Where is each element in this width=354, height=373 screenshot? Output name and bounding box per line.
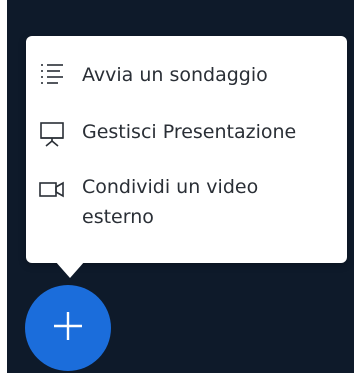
menu-item-start-poll[interactable]: Avvia un sondaggio: [26, 58, 347, 92]
menu-item-label: Gestisci Presentazione: [82, 121, 297, 143]
menu-item-manage-presentation[interactable]: Gestisci Presentazione: [26, 116, 347, 150]
menu-item-label: Condividi un video esterno: [82, 176, 259, 228]
left-edge-strip: [0, 0, 7, 373]
poll-list-icon: [38, 60, 66, 88]
plus-icon: [48, 306, 88, 350]
menu-item-label: Avvia un sondaggio: [82, 64, 268, 86]
actions-fab-button[interactable]: [25, 285, 111, 371]
menu-item-share-external-video[interactable]: Condividi un video esterno: [26, 172, 347, 242]
presentation-icon: [38, 120, 66, 148]
video-camera-icon: [38, 175, 66, 203]
actions-menu: Avvia un sondaggio Gestisci Presentazion…: [26, 36, 347, 263]
menu-pointer-arrow: [55, 261, 85, 278]
